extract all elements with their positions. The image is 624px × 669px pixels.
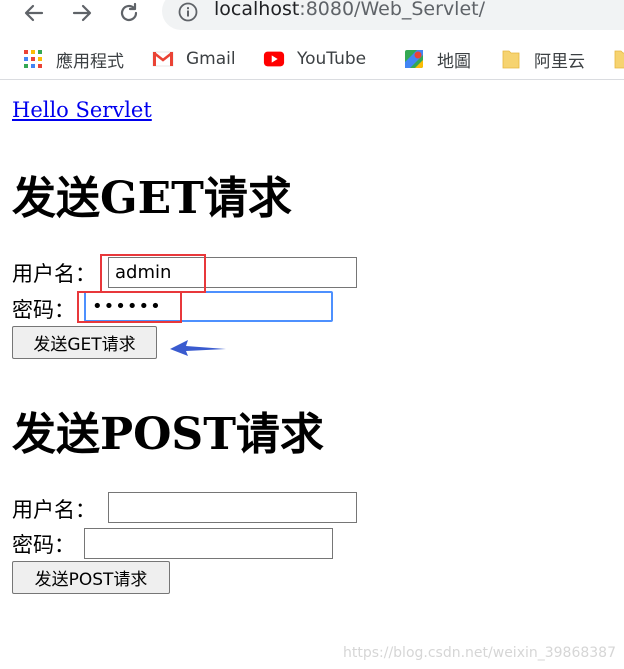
bookmark-label: 地圖 — [437, 51, 471, 72]
bookmark-label: Gmail — [186, 49, 236, 69]
post-username-label: 用户名： — [12, 498, 96, 522]
bookmarks-bar: 應用程式 Gmail YouTube 地圖 阿里云 — [0, 40, 624, 80]
bookmark-youtube[interactable]: YouTube — [263, 46, 366, 72]
post-section-title: 发送POST请求 — [12, 409, 324, 460]
reload-button[interactable] — [113, 0, 145, 26]
bookmark-gmail[interactable]: Gmail — [152, 46, 236, 72]
reload-icon — [120, 2, 138, 22]
address-text[interactable]: localhost:8080/Web_Servlet/ — [214, 0, 485, 20]
hello-servlet-link[interactable]: Hello Servlet — [12, 98, 152, 122]
get-section-title: 发送GET请求 — [12, 173, 292, 224]
youtube-icon — [263, 48, 285, 70]
gmail-icon — [152, 48, 174, 70]
info-icon[interactable] — [178, 2, 198, 26]
post-password-input[interactable] — [84, 528, 333, 559]
send-get-button[interactable]: 发送GET请求 — [12, 326, 157, 359]
password-highlight-box — [77, 291, 182, 323]
get-username-label: 用户名： — [12, 262, 96, 286]
get-password-label: 密码： — [12, 298, 75, 322]
annotation-arrow-icon — [170, 340, 226, 356]
address-host: localhost — [214, 0, 300, 20]
browser-toolbar: localhost:8080/Web_Servlet/ — [0, 0, 624, 36]
bookmark-maps[interactable]: 地圖 — [403, 46, 471, 72]
apps-grid-icon — [22, 48, 44, 70]
bookmark-label: 阿里云 — [534, 51, 585, 72]
maps-icon — [403, 48, 425, 70]
address-path: :8080/Web_Servlet/ — [299, 0, 486, 20]
arrow-left-icon — [24, 4, 44, 22]
bookmark-label: YouTube — [297, 49, 367, 69]
post-username-input[interactable] — [108, 492, 357, 523]
forward-button[interactable] — [66, 0, 98, 26]
post-password-label: 密码： — [12, 533, 75, 557]
bookmark-apps[interactable]: 應用程式 — [22, 46, 124, 72]
page-content: Hello Servlet 发送GET请求 用户名： admin 密码： •••… — [0, 86, 624, 669]
address-bar[interactable]: localhost:8080/Web_Servlet/ — [162, 0, 624, 30]
back-button[interactable] — [18, 0, 50, 26]
watermark-text: https://blog.csdn.net/weixin_39868387 — [342, 645, 616, 661]
folder-icon — [612, 48, 624, 70]
bookmark-aliyun[interactable]: 阿里云 — [500, 46, 585, 72]
folder-icon — [500, 48, 522, 70]
arrow-right-icon — [72, 4, 92, 22]
send-post-button[interactable]: 发送POST请求 — [12, 561, 170, 594]
username-highlight-box — [100, 254, 206, 293]
bookmark-overflow-folder[interactable] — [612, 46, 624, 72]
bookmark-label: 應用程式 — [56, 51, 124, 72]
